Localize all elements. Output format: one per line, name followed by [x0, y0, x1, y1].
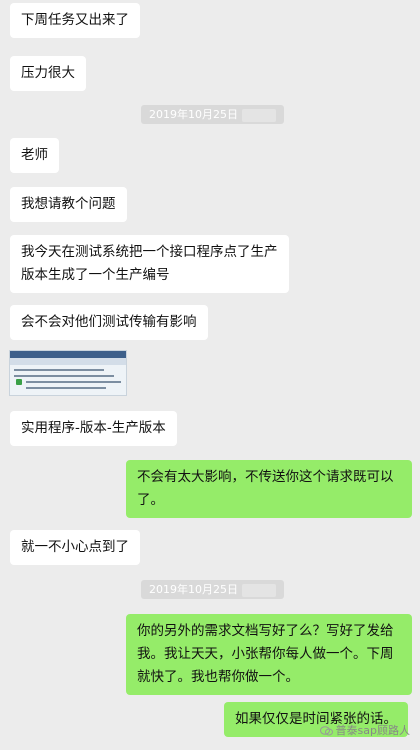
watermark: 普泰sap顾路人: [319, 722, 410, 738]
incoming-message[interactable]: 我想请教个问题: [10, 187, 127, 222]
incoming-message[interactable]: 下周任务又出来了: [10, 3, 140, 38]
incoming-message[interactable]: 老师: [10, 138, 59, 173]
incoming-message[interactable]: 我今天在测试系统把一个接口程序点了生产 版本生成了一个生产编号: [10, 235, 289, 293]
incoming-message[interactable]: 压力很大: [10, 56, 86, 91]
outgoing-message[interactable]: 不会有太大影响，不传送你这个请求既可以了。: [126, 460, 412, 518]
incoming-message[interactable]: 就一不小心点到了: [10, 530, 140, 565]
incoming-message[interactable]: 实用程序-版本-生产版本: [10, 411, 177, 446]
timestamp: 2019年10月25日: [141, 580, 284, 599]
timestamp: 2019年10月25日: [141, 105, 284, 124]
wechat-icon: [319, 726, 333, 736]
incoming-message[interactable]: 会不会对他们测试传输有影响: [10, 305, 208, 340]
screenshot-thumbnail[interactable]: [9, 350, 127, 396]
outgoing-message[interactable]: 你的另外的需求文档写好了么？写好了发给我。我让天天，小张帮你每人做一个。下周就快…: [126, 614, 412, 695]
